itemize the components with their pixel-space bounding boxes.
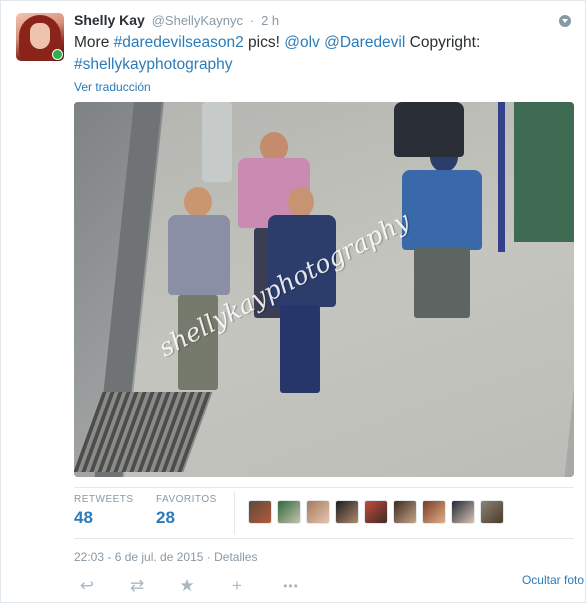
retweets-count: 48	[74, 508, 93, 527]
favoriter-avatar[interactable]	[277, 500, 301, 524]
photo-person-crew	[394, 102, 464, 162]
tweet-text-part: Copyright:	[405, 34, 481, 51]
favorite-icon[interactable]: ★	[174, 575, 200, 597]
favorites-count: 28	[156, 508, 175, 527]
favorites-stat[interactable]: FAVORITOS 28	[156, 494, 217, 528]
retweets-stat[interactable]: RETWEETS 48	[74, 494, 134, 528]
hide-photo-link[interactable]: Ocultar foto	[522, 573, 584, 587]
favoriter-avatar[interactable]	[306, 500, 330, 524]
mention-link[interactable]: @Daredevil	[324, 34, 405, 51]
photo-person-cameraman	[392, 142, 492, 342]
user-fullname[interactable]: Shelly Kay	[74, 12, 145, 28]
tweet-stats: RETWEETS 48 FAVORITOS 28	[74, 487, 574, 539]
favoriter-avatar[interactable]	[480, 500, 504, 524]
header-separator: ·	[249, 13, 255, 28]
follow-icon[interactable]: +	[224, 575, 250, 597]
mention-link[interactable]: @olv	[284, 34, 320, 51]
photo-hydrant	[202, 102, 232, 182]
tweet-header: Shelly Kay @ShellyKaynyc · 2 h	[74, 12, 279, 28]
metadata-separator: ·	[206, 550, 211, 564]
online-status-dot	[52, 49, 63, 60]
favoriter-avatar[interactable]	[451, 500, 475, 524]
reply-icon[interactable]: ↩	[74, 575, 100, 597]
hashtag-link[interactable]: #shellykayphotography	[74, 56, 233, 73]
more-icon[interactable]: •••	[276, 575, 306, 597]
photo-blue-pole	[498, 102, 505, 252]
tweet-actions: ↩ ⇄ ★ + ••• Ocultar foto	[74, 573, 584, 599]
tweet-photo[interactable]: shellykayphotography	[74, 102, 574, 477]
tweet-metadata: 22:03 - 6 de jul. de 2015 · Detalles	[74, 550, 257, 564]
favoriter-avatar[interactable]	[393, 500, 417, 524]
favorites-label: FAVORITOS	[156, 494, 217, 505]
avatar-face	[30, 23, 50, 49]
details-link[interactable]: Detalles	[214, 550, 257, 564]
hashtag-link[interactable]: #daredevilseason2	[114, 34, 244, 51]
tweet-text: More #daredevilseason2 pics! @olv @Dared…	[74, 32, 574, 76]
favoriter-avatar[interactable]	[364, 500, 388, 524]
favoriter-avatar[interactable]	[248, 500, 272, 524]
photo-person-plaid	[164, 187, 234, 397]
photo-green-wall	[514, 102, 574, 242]
favoriter-avatar[interactable]	[335, 500, 359, 524]
favoriter-avatar[interactable]	[422, 500, 446, 524]
user-handle[interactable]: @ShellyKaynyc	[152, 13, 243, 28]
tweet-timestamp[interactable]: 22:03 - 6 de jul. de 2015	[74, 550, 203, 564]
tweet-text-part: More	[74, 34, 114, 51]
tweet-options-caret-icon[interactable]	[559, 15, 571, 27]
tweet-card: Shelly Kay @ShellyKaynyc · 2 h More #dar…	[0, 0, 586, 603]
tweet-text-part: pics!	[243, 34, 285, 51]
user-avatar[interactable]	[16, 13, 64, 61]
stats-divider	[234, 492, 235, 534]
retweet-icon[interactable]: ⇄	[124, 575, 150, 597]
translate-link[interactable]: Ver traducción	[74, 80, 151, 94]
tweet-time[interactable]: 2 h	[261, 13, 279, 28]
retweets-label: RETWEETS	[74, 494, 134, 505]
